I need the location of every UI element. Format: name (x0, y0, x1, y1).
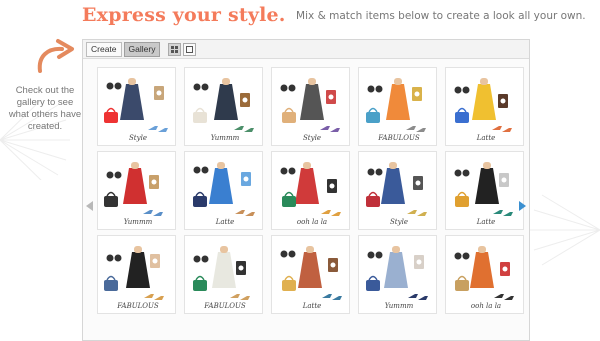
outfit-thumbnail[interactable]: Latte (271, 235, 350, 314)
gallery-hint-text: Check out the gallery to see what others… (8, 85, 82, 132)
outfit-thumbnail[interactable]: Yummm (358, 235, 437, 314)
outfit-collage-icon: Style (366, 162, 427, 226)
outfit-thumbnail[interactable]: FABULOUS (184, 235, 263, 314)
outfit-caption: Latte (476, 218, 496, 226)
outfit-collage-icon: FABULOUS (193, 246, 250, 310)
outfit-thumbnail[interactable]: Latte (445, 67, 524, 146)
outfit-thumbnail[interactable]: FABULOUS (97, 235, 176, 314)
outfit-collage-icon: ooh la la (454, 246, 514, 310)
grid-view-icon (171, 45, 179, 53)
arrow-left-icon[interactable] (86, 201, 94, 211)
panel-toolbar: Create Gallery (83, 40, 529, 59)
grid-view-button[interactable] (168, 42, 182, 56)
outfit-collage-icon: Latte (280, 246, 342, 310)
tab-create[interactable]: Create (86, 41, 122, 57)
outfit-thumbnail[interactable]: Latte (445, 151, 524, 230)
outfit-caption: Yummm (124, 218, 153, 226)
outfit-caption: Latte (215, 218, 235, 226)
page-header: Express your style. Mix & match items be… (82, 4, 586, 30)
outfit-thumbnail[interactable]: Latte (184, 151, 263, 230)
outfit-thumbnail[interactable]: Style (97, 67, 176, 146)
outfit-thumbnail[interactable]: ooh la la (445, 235, 524, 314)
outfit-thumbnail[interactable]: Style (358, 151, 437, 230)
outfit-collage-icon: Yummm (104, 162, 163, 226)
outfit-collage-icon: Yummm (193, 78, 254, 142)
outfit-caption: Style (390, 218, 408, 226)
headline: Express your style. (82, 4, 286, 26)
single-view-icon (186, 45, 194, 53)
outfit-caption: Yummm (385, 302, 414, 310)
outfit-caption: FABULOUS (377, 134, 420, 142)
arrow-right-icon[interactable] (519, 201, 527, 211)
outfit-thumbnail[interactable]: Yummm (97, 151, 176, 230)
tab-gallery[interactable]: Gallery (123, 41, 161, 57)
single-view-button[interactable] (183, 42, 197, 56)
outfit-thumbnail[interactable]: ooh la la (271, 151, 350, 230)
outfit-collage-icon: FABULOUS (104, 246, 164, 310)
outfit-collage-icon: Latte (454, 78, 512, 142)
outfit-thumbnail[interactable]: Yummm (184, 67, 263, 146)
outfit-collage-icon: Yummm (366, 246, 428, 310)
outfit-caption: Latte (302, 302, 322, 310)
outfit-collage-icon: ooh la la (280, 162, 341, 226)
subheadline: Mix & match items below to create a look… (296, 10, 586, 22)
outfit-caption: Latte (476, 134, 496, 142)
outfit-collage-icon: FABULOUS (366, 78, 426, 142)
outfit-caption: ooh la la (297, 218, 327, 226)
curved-arrow-icon (37, 39, 74, 73)
outfit-collage-icon: Latte (454, 162, 513, 226)
outfit-caption: FABULOUS (116, 302, 159, 310)
outfit-gallery-grid: Style Yummm Style FABULOUS Latte Yummm Latte oo… (97, 67, 524, 314)
outfit-caption: Yummm (211, 134, 240, 142)
outfit-collage-icon: Style (280, 78, 340, 142)
starburst-decoration-right (530, 194, 600, 266)
outfit-thumbnail[interactable]: FABULOUS (358, 67, 437, 146)
gallery-panel: Create Gallery Style Yummm Style FABULOUS La… (82, 39, 530, 341)
outfit-caption: Style (129, 134, 147, 142)
outfit-caption: Style (303, 134, 321, 142)
outfit-caption: ooh la la (471, 302, 501, 310)
outfit-thumbnail[interactable]: Style (271, 67, 350, 146)
outfit-collage-icon: Style (104, 78, 168, 142)
outfit-collage-icon: Latte (193, 162, 255, 226)
outfit-caption: FABULOUS (203, 302, 246, 310)
